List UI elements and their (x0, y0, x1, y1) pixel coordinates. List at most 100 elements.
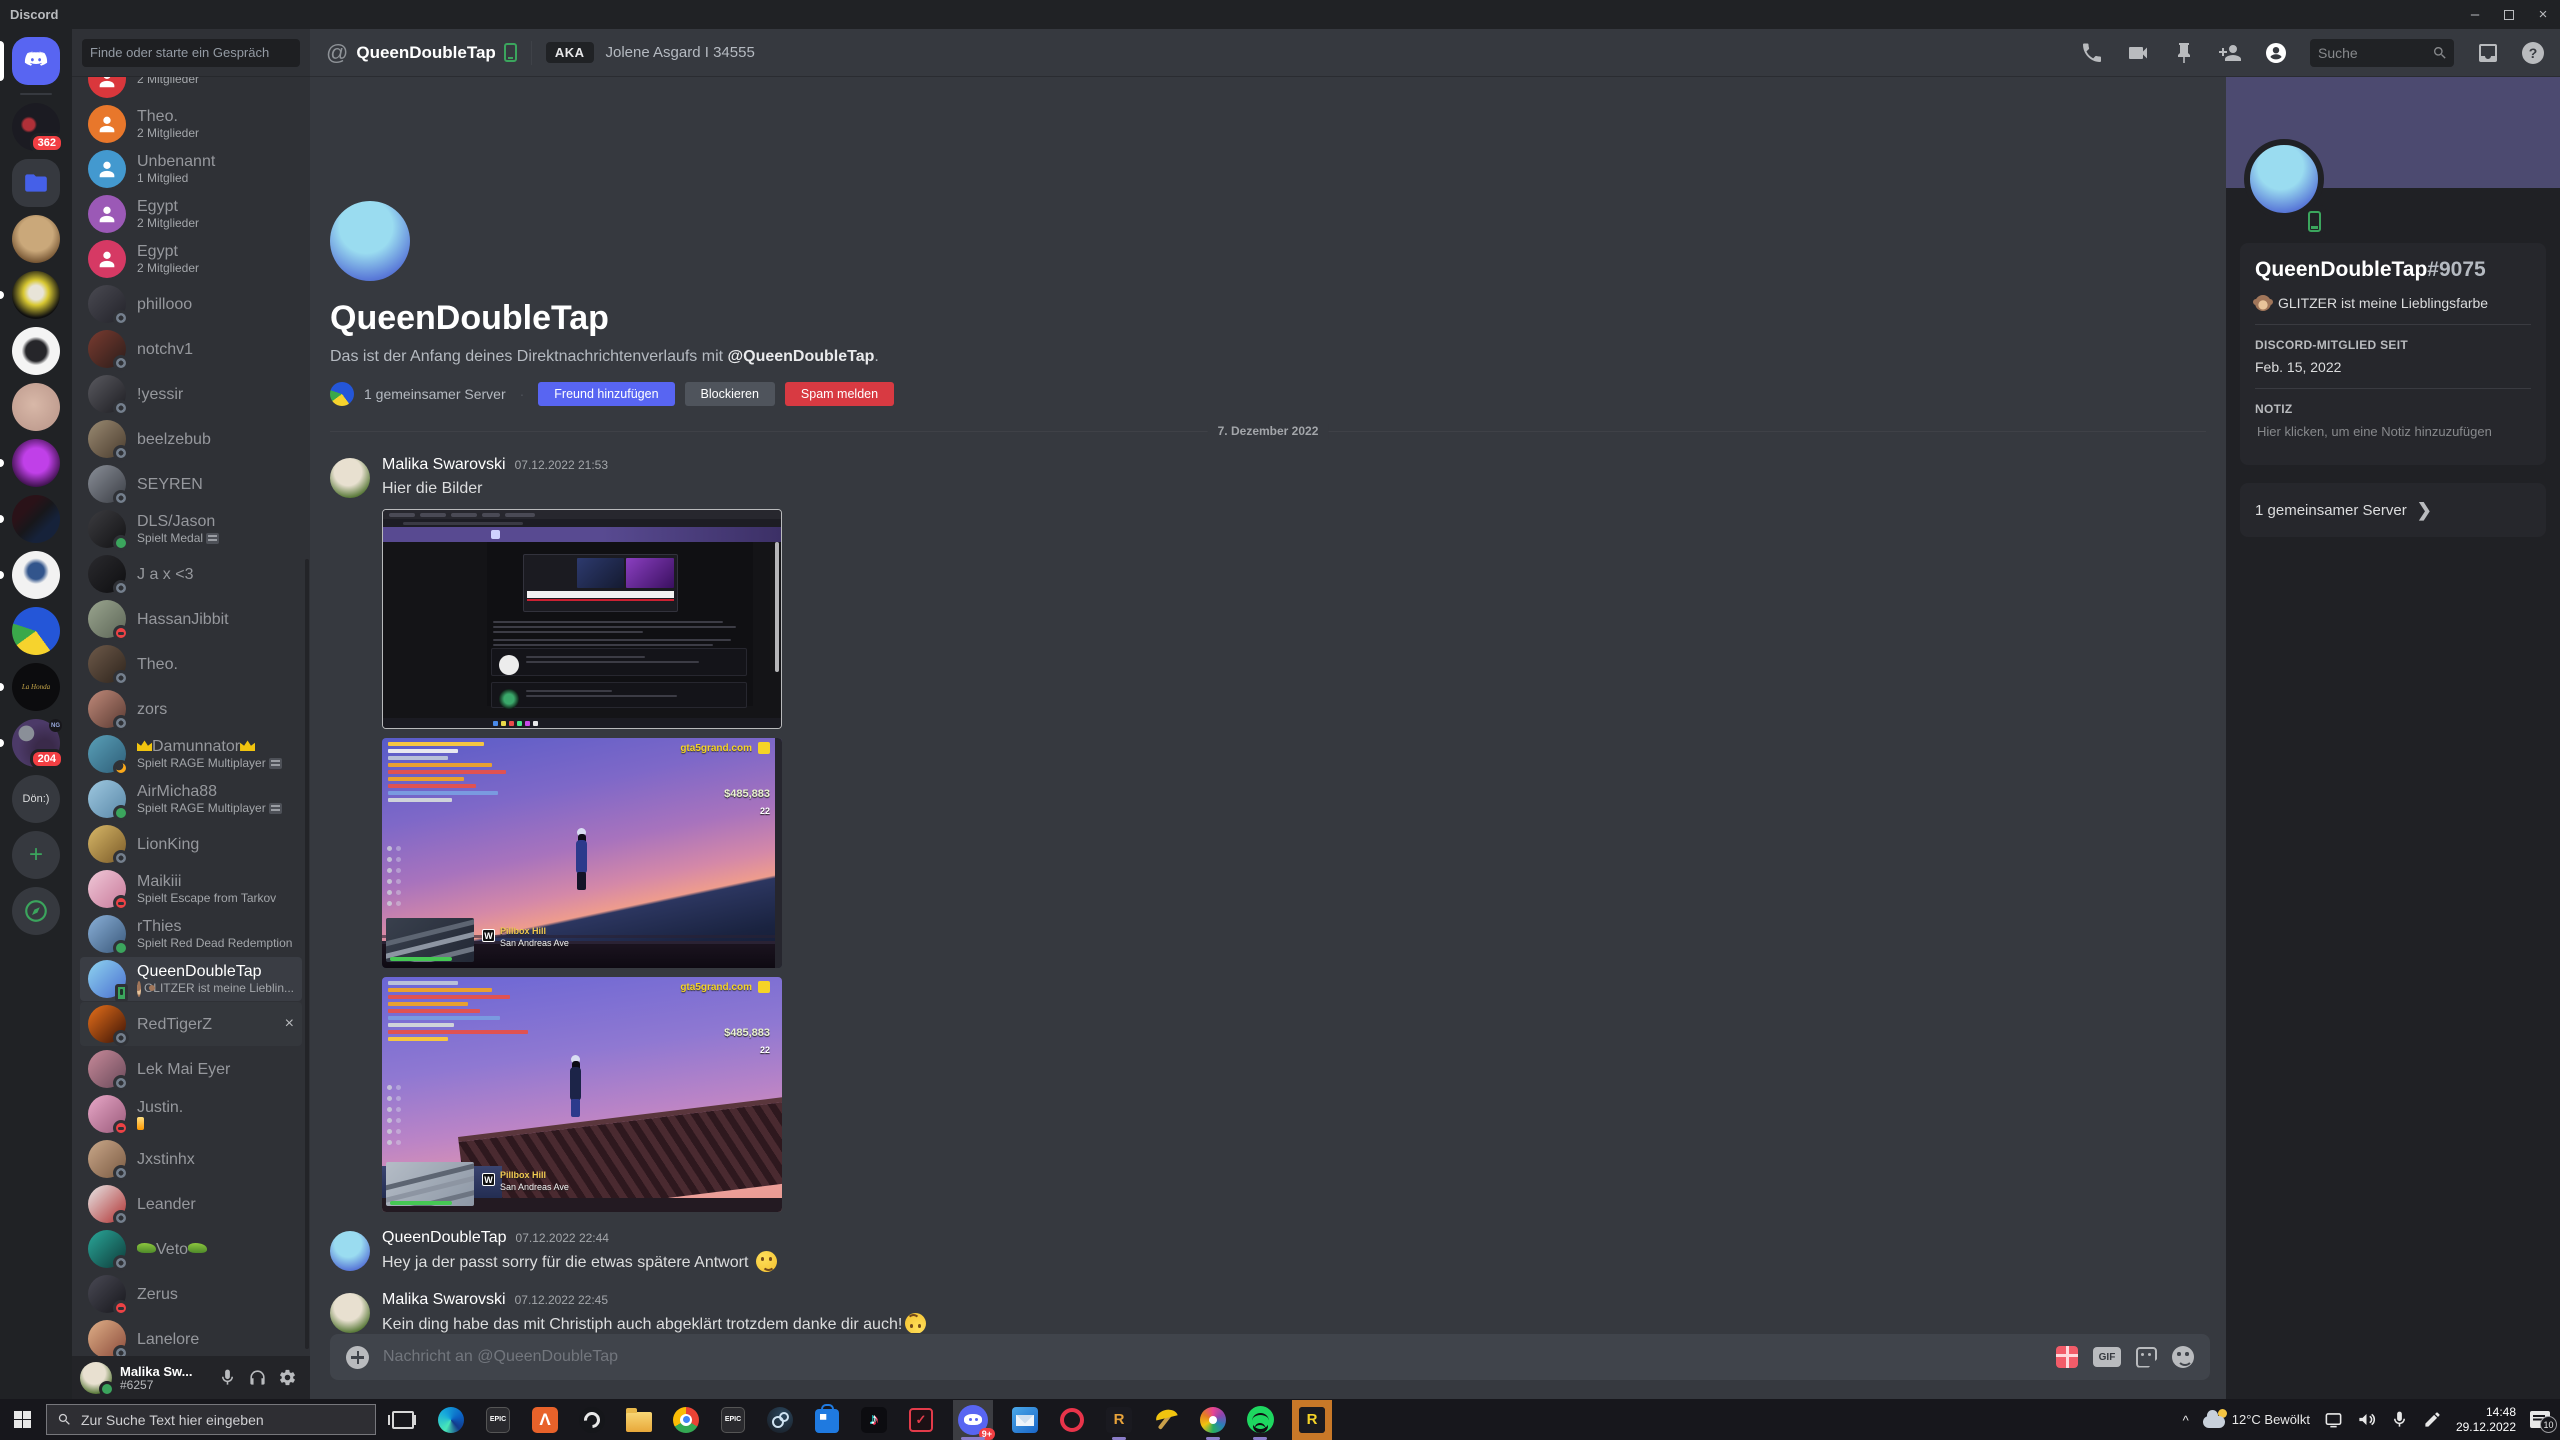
taskbar-app-tiktok[interactable]: ♪ (859, 1405, 889, 1435)
dm-item-SEYREN[interactable]: SEYREN (80, 462, 302, 506)
taskbar-app-edge[interactable] (436, 1405, 466, 1435)
dm-item-Theo.[interactable]: Theo.2 Mitglieder (80, 102, 302, 146)
dm-item-DLS/Jason[interactable]: DLS/JasonSpielt Medal (80, 507, 302, 551)
gift-icon[interactable] (2056, 1346, 2078, 1368)
rail-item-server-skull[interactable] (0, 271, 72, 319)
dm-item-rThies[interactable]: rThiesSpielt Red Dead Redemption 2 (80, 912, 302, 956)
taskbar-app-mail[interactable] (1010, 1405, 1040, 1435)
dm-item-Jxstinhx[interactable]: Jxstinhx (80, 1137, 302, 1181)
user-info[interactable]: Malika Sw... #6257 (120, 1364, 212, 1392)
rail-item-server-bird[interactable] (0, 327, 72, 375)
taskbar-app-epic-games-2[interactable]: EPIC (718, 1405, 748, 1435)
rail-item-server-204[interactable]: 204NG (0, 719, 72, 767)
sticker-picker-button[interactable] (2136, 1347, 2157, 1368)
dm-item-beelzebub[interactable]: beelzebub (80, 417, 302, 461)
dm-item-Zerus[interactable]: Zerus (80, 1272, 302, 1316)
dm-item-Maikiii[interactable]: MaikiiiSpielt Escape from Tarkov (80, 867, 302, 911)
taskbar-app-spotify[interactable] (1245, 1405, 1275, 1435)
message-scroller[interactable]: QueenDoubleTap Das ist der Anfang deines… (310, 77, 2226, 1333)
taskbar-app-opera-gx[interactable] (1057, 1405, 1087, 1435)
dm-item-Veto[interactable]: Veto (80, 1227, 302, 1271)
rail-item-server-don[interactable]: Dön:) (0, 775, 72, 823)
rail-item-server-demon[interactable] (0, 439, 72, 487)
maximize-button[interactable] (2492, 0, 2526, 29)
taskbar-app-obs-studio[interactable] (577, 1405, 607, 1435)
emoji-picker-button[interactable] (2172, 1346, 2194, 1368)
gif-picker-button[interactable]: GIF (2093, 1347, 2121, 1367)
rail-item-add-server[interactable]: + (0, 831, 72, 879)
rail-item-explore-servers[interactable] (0, 887, 72, 935)
taskbar-app-chrome[interactable] (671, 1405, 701, 1435)
rail-item-server-la-honda[interactable]: La Honda (0, 663, 72, 711)
dm-item-AirMicha88[interactable]: AirMicha88Spielt RAGE Multiplayer (80, 777, 302, 821)
dm-item-Egypt[interactable]: Egypt2 Mitglieder (80, 237, 302, 281)
dm-item-Egypt[interactable]: Egypt2 Mitglieder (80, 192, 302, 236)
start-button[interactable] (0, 1399, 44, 1440)
mute-button[interactable] (212, 1363, 242, 1393)
taskbar-app-pickaxe-tool[interactable] (1151, 1405, 1181, 1435)
task-view-button[interactable] (392, 1411, 414, 1429)
search-input[interactable] (2318, 45, 2432, 61)
rail-item-server-blur[interactable] (0, 383, 72, 431)
hidden-icons-chevron[interactable]: ^ (2183, 1413, 2189, 1428)
rail-item-server-folder[interactable] (0, 159, 72, 207)
pen-icon[interactable] (2423, 1410, 2442, 1429)
avatar[interactable] (330, 458, 370, 498)
attachment-gta-screenshot-2[interactable]: gta5grand.com $485,883 22 (382, 977, 782, 1212)
rail-item-server-eagle[interactable] (0, 551, 72, 599)
clock[interactable]: 14:48 29.12.2022 (2456, 1405, 2516, 1435)
add-friend-to-dm-button[interactable] (2218, 41, 2242, 65)
dm-item-LionKing[interactable]: LionKing (80, 822, 302, 866)
weather-widget[interactable]: 12°C Bewölkt (2203, 1412, 2310, 1428)
start-voice-call-button[interactable] (2080, 41, 2104, 65)
taskbar-search[interactable] (46, 1404, 376, 1435)
settings-button[interactable] (272, 1363, 302, 1393)
dm-item-Lek Mai Eyer[interactable]: Lek Mai Eyer (80, 1047, 302, 1091)
dm-item-Theo.[interactable]: Theo. (80, 642, 302, 686)
avatar[interactable] (80, 1362, 112, 1394)
dm-item-zors[interactable]: zors (80, 687, 302, 731)
close-button[interactable]: × (2526, 0, 2560, 29)
microphone-icon[interactable] (2390, 1410, 2409, 1429)
mutual-servers-button[interactable]: 1 gemeinsamer Server ❯ (2240, 483, 2546, 537)
dm-item-J a x <3[interactable]: J a x <3 (80, 552, 302, 596)
inbox-button[interactable] (2476, 41, 2500, 65)
rail-item-server-monkey[interactable] (0, 215, 72, 263)
deafen-button[interactable] (242, 1363, 272, 1393)
message-input[interactable] (383, 1348, 2056, 1366)
dm-item-QueenDoubleTap[interactable]: QueenDoubleTapGLITZER ist meine Lieblin.… (80, 957, 302, 1001)
dm-item-Lanelore[interactable]: Lanelore (80, 1317, 302, 1356)
dm-item-group[interactable]: 2 Mitglieder (80, 77, 302, 101)
message-author[interactable]: Malika Swarovski (382, 456, 506, 474)
add-friend-button[interactable]: Freund hinzufügen (538, 382, 674, 406)
pinned-messages-button[interactable] (2172, 41, 2196, 65)
taskbar-app-file-explorer[interactable] (624, 1405, 654, 1435)
taskbar-app-steam[interactable] (765, 1405, 795, 1435)
message-author[interactable]: QueenDoubleTap (382, 1229, 507, 1247)
message-author[interactable]: Malika Swarovski (382, 1291, 506, 1309)
search-bar[interactable] (2310, 39, 2454, 67)
dm-item-Unbenannt[interactable]: Unbenannt1 Mitglied (80, 147, 302, 191)
note-placeholder[interactable]: Hier klicken, um eine Notiz hinzuzufügen (2255, 424, 2531, 439)
minimize-button[interactable]: – (2458, 0, 2492, 29)
conversation-search-button[interactable]: Finde oder starte ein Gespräch (82, 39, 300, 67)
avatar[interactable] (330, 1293, 370, 1333)
taskbar-app-discord[interactable]: 9+ (953, 1400, 993, 1440)
close-dm-icon[interactable]: × (285, 1015, 294, 1033)
taskbar-app-rage-mp[interactable]: R (1104, 1405, 1134, 1435)
avatar[interactable] (330, 1231, 370, 1271)
dm-item-phillooo[interactable]: phillooo (80, 282, 302, 326)
sidebar-scrollbar[interactable] (305, 559, 309, 1349)
taskbar-app-microsoft-store[interactable] (812, 1405, 842, 1435)
mutual-server-label[interactable]: 1 gemeinsamer Server (364, 386, 506, 402)
speaker-icon[interactable] (2357, 1410, 2376, 1429)
dm-item-Justin.[interactable]: Justin. (80, 1092, 302, 1136)
start-video-call-button[interactable] (2126, 41, 2150, 65)
report-spam-button[interactable]: Spam melden (785, 382, 894, 406)
toggle-user-profile-button[interactable] (2264, 41, 2288, 65)
taskbar-app-v-launcher[interactable]: ✓ (906, 1405, 936, 1435)
dm-item-RedTigerZ[interactable]: RedTigerZ× (80, 1002, 302, 1046)
taskbar-app-wallpaper-engine[interactable] (1198, 1405, 1228, 1435)
taskbar-app-lambda-launcher[interactable]: Λ (530, 1405, 560, 1435)
cast-screen-icon[interactable] (2324, 1410, 2343, 1429)
